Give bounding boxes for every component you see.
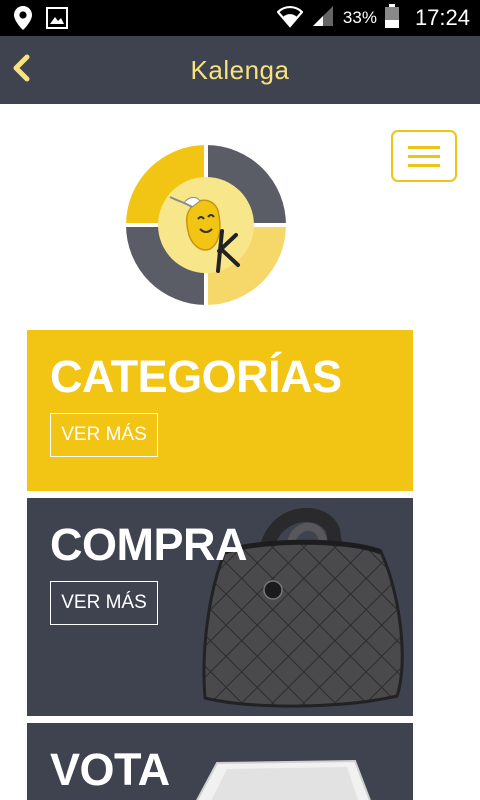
kalenga-logo[interactable] [126, 145, 286, 305]
hamburger-icon [408, 154, 440, 158]
status-bar: 33% 17:24 [0, 0, 480, 36]
app-bar: Kalenga [0, 36, 480, 104]
battery-percent: 33% [342, 8, 377, 27]
laptop-image [177, 759, 377, 800]
compra-title: COMPRA [50, 519, 248, 570]
categorias-title: CATEGORÍAS [50, 351, 342, 402]
image-icon [46, 7, 68, 34]
signal-icon [311, 4, 335, 33]
location-icon [14, 6, 32, 35]
vota-card[interactable]: VOTA [27, 723, 413, 800]
wifi-icon [276, 4, 304, 33]
menu-button[interactable] [391, 130, 457, 182]
compra-ver-mas-button[interactable]: VER MÁS [50, 581, 158, 625]
app-title: Kalenga [190, 55, 290, 85]
hamburger-icon [408, 163, 440, 167]
compra-card[interactable]: COMPRA VER MÁS [27, 498, 413, 716]
hamburger-icon [408, 145, 440, 149]
categorias-card[interactable]: CATEGORÍAS VER MÁS [27, 330, 413, 491]
vota-title: VOTA [50, 744, 170, 795]
battery-icon [384, 3, 399, 33]
categorias-ver-mas-button[interactable]: VER MÁS [50, 413, 158, 457]
clock: 17:24 [414, 5, 470, 30]
